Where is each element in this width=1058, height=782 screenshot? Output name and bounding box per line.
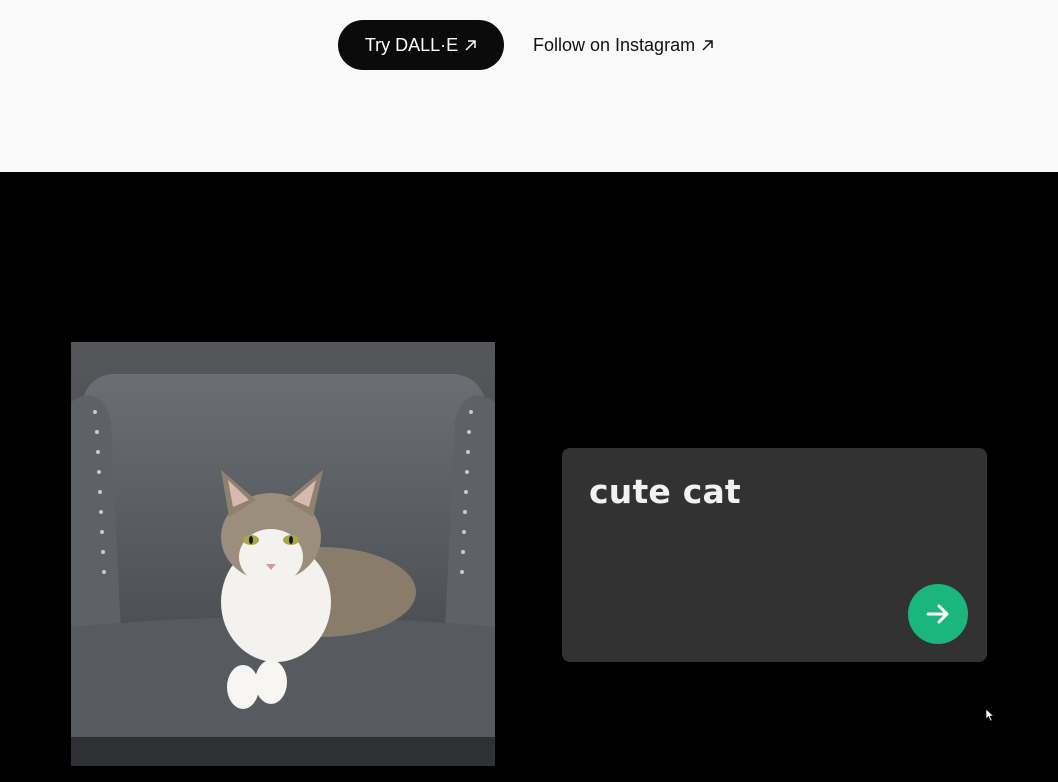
external-link-icon xyxy=(465,39,476,51)
prompt-text[interactable]: cute cat xyxy=(589,472,741,511)
top-section: Try DALL·E Follow on Instagram xyxy=(0,0,1058,172)
arrow-right-icon xyxy=(926,604,949,624)
follow-instagram-link[interactable]: Follow on Instagram xyxy=(533,20,714,70)
cat-on-armchair-illustration xyxy=(71,342,495,766)
external-link-icon xyxy=(702,39,713,51)
try-dalle-label: Try DALL·E xyxy=(364,34,459,55)
follow-instagram-label: Follow on Instagram xyxy=(533,34,696,55)
demo-section: cute cat xyxy=(0,172,1058,782)
prompt-input-card[interactable]: cute cat xyxy=(562,448,987,662)
try-dalle-button[interactable]: Try DALL·E xyxy=(338,20,504,70)
generated-cat-image xyxy=(71,342,495,766)
mouse-cursor-icon xyxy=(985,708,995,722)
submit-button[interactable] xyxy=(908,584,968,644)
